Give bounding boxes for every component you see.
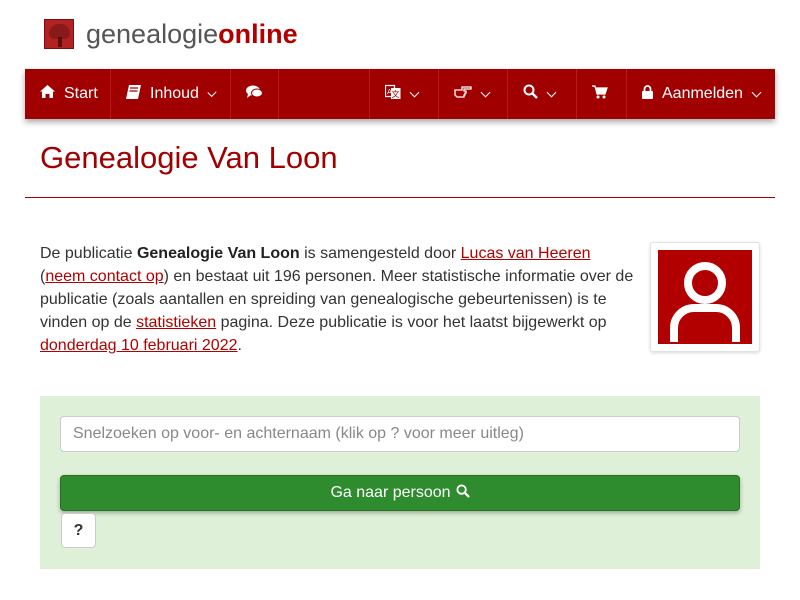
site-logo-text: genealogieonline (86, 18, 298, 50)
title-divider (25, 197, 775, 198)
chevron-down-icon (207, 87, 217, 97)
svg-text:文: 文 (392, 89, 400, 99)
search-input[interactable] (60, 416, 740, 452)
nav-login-label: Aanmelden (662, 85, 743, 102)
statistics-link[interactable]: statistieken (136, 314, 216, 331)
home-icon (40, 85, 55, 103)
nav-cart[interactable] (577, 69, 627, 119)
nav-start-label: Start (64, 85, 98, 102)
author-link[interactable]: Lucas van Heeren (461, 245, 591, 262)
contact-link[interactable]: neem contact op (45, 268, 163, 285)
cart-icon (592, 84, 608, 104)
book-icon (126, 84, 141, 104)
chevron-down-icon (409, 87, 420, 97)
page-title: Genealogie Van Loon (40, 140, 338, 175)
nav-start[interactable]: Start (25, 69, 111, 119)
search-icon (523, 84, 538, 104)
main-navbar: Start Inhoud 文A Aanmelden (25, 69, 775, 119)
search-icon (455, 483, 470, 503)
go-button-label: Ga naar persoon (330, 484, 451, 501)
user-icon (658, 250, 752, 344)
site-logo[interactable]: genealogieonline (44, 18, 298, 50)
nav-language[interactable]: 文A (370, 69, 439, 119)
nav-search[interactable] (508, 69, 577, 119)
nav-inhoud-label: Inhoud (150, 85, 199, 102)
quick-search-panel: Ga naar persoon ? (40, 396, 760, 569)
intro-text: pagina. Deze publicatie is voor het laat… (216, 314, 607, 331)
updated-date-link[interactable]: donderdag 10 februari 2022 (40, 337, 238, 354)
search-help-button[interactable]: ? (61, 513, 96, 548)
comments-icon (246, 85, 263, 104)
lock-icon (642, 84, 653, 104)
chevron-down-icon (546, 87, 557, 97)
intro-text: . (237, 337, 242, 354)
nav-actions[interactable] (439, 69, 508, 119)
intro-text: is samengesteld door (299, 245, 461, 262)
intro-text: De publicatie (40, 245, 137, 262)
nav-spacer (279, 69, 370, 119)
logo-text-light: genealogie (86, 19, 219, 49)
tree-logo-icon (44, 19, 74, 49)
chevron-down-icon (751, 87, 762, 97)
hand-point-icon (454, 85, 472, 104)
translate-icon: 文A (384, 84, 401, 105)
chevron-down-icon (480, 87, 491, 97)
nav-login[interactable]: Aanmelden (627, 69, 775, 119)
publication-intro: De publicatie Genealogie Van Loon is sam… (40, 242, 640, 357)
nav-inhoud[interactable]: Inhoud (111, 69, 231, 119)
logo-text-bold: online (218, 19, 298, 49)
go-to-person-button[interactable]: Ga naar persoon (60, 475, 740, 511)
author-avatar-frame[interactable] (650, 242, 760, 352)
svg-text:A: A (387, 88, 392, 96)
nav-messages[interactable] (231, 69, 279, 119)
publication-name: Genealogie Van Loon (136, 245, 300, 262)
